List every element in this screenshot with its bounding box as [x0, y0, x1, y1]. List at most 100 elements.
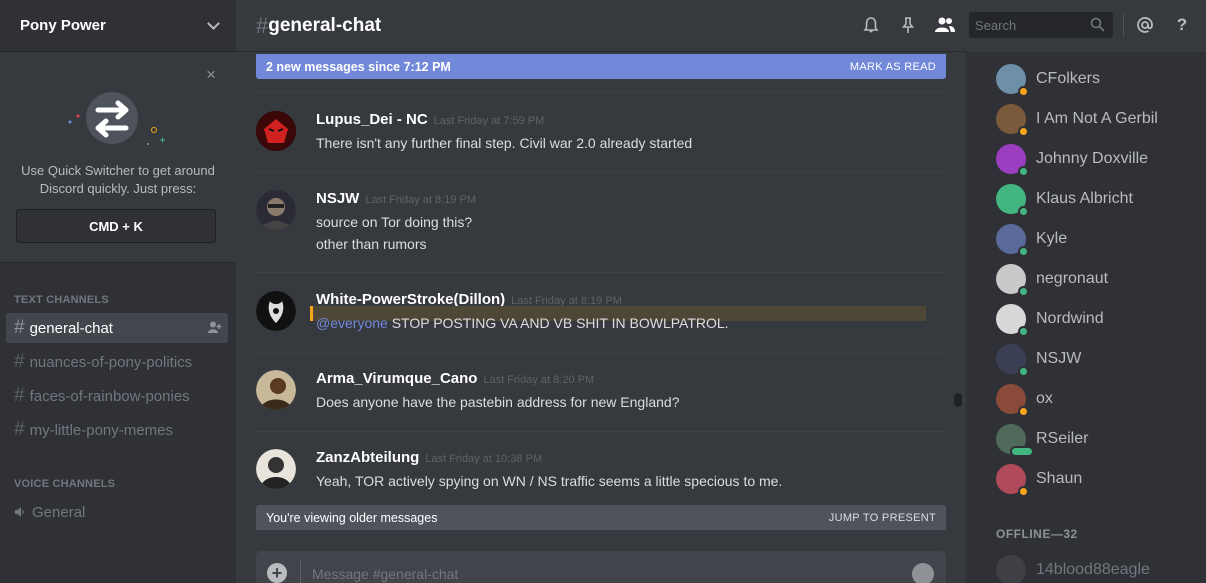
server-name: Pony Power	[20, 17, 106, 34]
avatar[interactable]	[256, 190, 296, 230]
status-indicator-icon	[1018, 126, 1029, 137]
quick-switcher-shortcut[interactable]: CMD + K	[16, 209, 216, 243]
avatar[interactable]	[256, 449, 296, 489]
older-messages-text: You're viewing older messages	[266, 510, 438, 525]
member-item[interactable]: I Am Not A Gerbil	[996, 103, 1158, 137]
upload-plus-icon[interactable]: +	[267, 563, 287, 583]
new-messages-bar[interactable]: 2 new messages since 7:12 PM MARK AS REA…	[256, 54, 946, 79]
channel-sidebar: Pony Power × Use Quick Switcher to get a…	[0, 0, 236, 583]
message-author[interactable]: Lupus_Dei - NC Last Friday at 7:59 PM	[316, 111, 544, 128]
mention-everyone[interactable]: @everyone	[316, 315, 388, 331]
help-icon[interactable]: ?	[1171, 14, 1193, 36]
message-text: source on Tor doing this?	[316, 214, 473, 230]
member-name: Nordwind	[1036, 310, 1104, 327]
member-item[interactable]: Kyle	[996, 223, 1068, 257]
members-icon[interactable]	[934, 14, 956, 36]
message-text: Yeah, TOR actively spying on WN / NS tra…	[316, 473, 783, 489]
scroll-thumb[interactable]	[954, 393, 962, 407]
quick-switcher-text: Use Quick Switcher to get around Discord…	[21, 163, 215, 196]
bell-icon[interactable]	[860, 14, 882, 36]
search-icon[interactable]	[1090, 17, 1105, 32]
member-list: CFolkers I Am Not A Gerbil Johnny Doxville…	[966, 52, 1206, 583]
toolbar-divider	[1123, 14, 1124, 36]
member-item[interactable]: CFolkers	[996, 63, 1101, 97]
chevron-down-icon[interactable]	[207, 16, 220, 30]
status-indicator-icon	[1018, 366, 1029, 377]
channel-label: General	[32, 503, 86, 521]
message-input[interactable]: Message #general-chat	[312, 566, 458, 582]
channel-label: my-little-pony-memes	[29, 421, 173, 439]
status-indicator-icon	[1018, 206, 1029, 217]
status-indicator-icon	[1018, 246, 1029, 257]
message-timestamp: Last Friday at 10:38 PM	[425, 453, 543, 465]
avatar	[996, 424, 1034, 457]
text-channels-header[interactable]: TEXT CHANNELS	[14, 294, 109, 306]
add-member-icon[interactable]	[208, 321, 222, 333]
member-item[interactable]: NSJW	[996, 343, 1082, 377]
voice-channel-general[interactable]: General	[6, 497, 228, 527]
member-item[interactable]: Shaun	[996, 463, 1083, 497]
search-placeholder: Search	[975, 17, 1017, 33]
avatar	[996, 304, 1029, 337]
member-name: ox	[1036, 390, 1053, 407]
avatar	[996, 184, 1029, 217]
channel-nuances-of-pony-politics[interactable]: # nuances-of-pony-politics	[6, 347, 228, 377]
message-timestamp: Last Friday at 7:59 PM	[433, 115, 545, 127]
message-composer[interactable]: + Message #general-chat	[256, 551, 946, 583]
member-name: Johnny Doxville	[1036, 150, 1149, 167]
status-indicator-icon	[1010, 446, 1034, 457]
voice-channels-header[interactable]: VOICE CHANNELS	[14, 478, 115, 490]
avatar[interactable]	[256, 291, 296, 331]
header-toolbar: Search ?	[850, 0, 1206, 52]
mentions-icon[interactable]	[1134, 14, 1156, 36]
member-item[interactable]: RSeiler	[996, 423, 1088, 457]
status-indicator-icon	[1018, 486, 1029, 497]
member-name: Klaus Albricht	[1036, 190, 1133, 207]
hash-icon: #	[14, 419, 25, 440]
channel-general-chat[interactable]: # general-chat	[6, 313, 228, 343]
avatar[interactable]	[256, 370, 296, 410]
pin-icon[interactable]	[897, 14, 919, 36]
message-text: other than rumors	[316, 236, 427, 252]
close-icon[interactable]: ×	[206, 66, 216, 83]
channel-my-little-pony-memes[interactable]: # my-little-pony-memes	[6, 415, 228, 445]
member-item[interactable]: Klaus Albricht	[996, 183, 1133, 217]
speaker-icon	[15, 507, 24, 517]
avatar	[996, 144, 1029, 177]
status-indicator-icon	[1018, 406, 1029, 417]
member-item[interactable]: negronaut	[996, 263, 1109, 297]
message-divider	[256, 92, 946, 93]
message-divider	[256, 272, 946, 273]
mark-as-read-button[interactable]: MARK AS READ	[850, 61, 936, 73]
member-name: CFolkers	[1036, 70, 1101, 87]
channel-faces-of-rainbow-ponies[interactable]: # faces-of-rainbow-ponies	[6, 381, 228, 411]
status-indicator-icon	[1018, 326, 1029, 337]
avatar	[996, 344, 1029, 377]
emoji-icon[interactable]	[912, 563, 934, 583]
message-author[interactable]: Arma_Virumque_Cano Last Friday at 8:20 PM	[316, 370, 594, 387]
channel-title: general-chat	[268, 14, 382, 36]
message-divider	[256, 353, 946, 354]
chat-scrollbar[interactable]	[954, 54, 962, 583]
avatar	[996, 104, 1029, 137]
message-timestamp: Last Friday at 8:20 PM	[483, 374, 595, 386]
member-name: Shaun	[1036, 470, 1083, 487]
member-name: Kyle	[1036, 230, 1068, 247]
avatar[interactable]	[256, 111, 296, 151]
member-item[interactable]: Johnny Doxville	[996, 143, 1149, 177]
channel-label: faces-of-rainbow-ponies	[29, 387, 190, 405]
server-header[interactable]: Pony Power	[0, 0, 236, 52]
member-name: NSJW	[1036, 350, 1082, 367]
search-input[interactable]: Search	[969, 12, 1113, 38]
member-item[interactable]: ox	[996, 383, 1053, 417]
member-name: negronaut	[1036, 270, 1109, 287]
channel-label: nuances-of-pony-politics	[29, 353, 193, 371]
member-item[interactable]: Nordwind	[996, 303, 1104, 337]
older-messages-bar[interactable]: You're viewing older messages JUMP TO PR…	[256, 505, 946, 530]
avatar	[996, 555, 1026, 583]
message-author[interactable]: ZanzAbteilung Last Friday at 10:38 PM	[316, 449, 542, 466]
jump-to-present-button[interactable]: JUMP TO PRESENT	[829, 512, 936, 524]
hash-icon: #	[14, 317, 25, 338]
member-item[interactable]: 14blood88eagle	[996, 554, 1150, 583]
message-author[interactable]: NSJW Last Friday at 8:19 PM	[316, 190, 476, 207]
